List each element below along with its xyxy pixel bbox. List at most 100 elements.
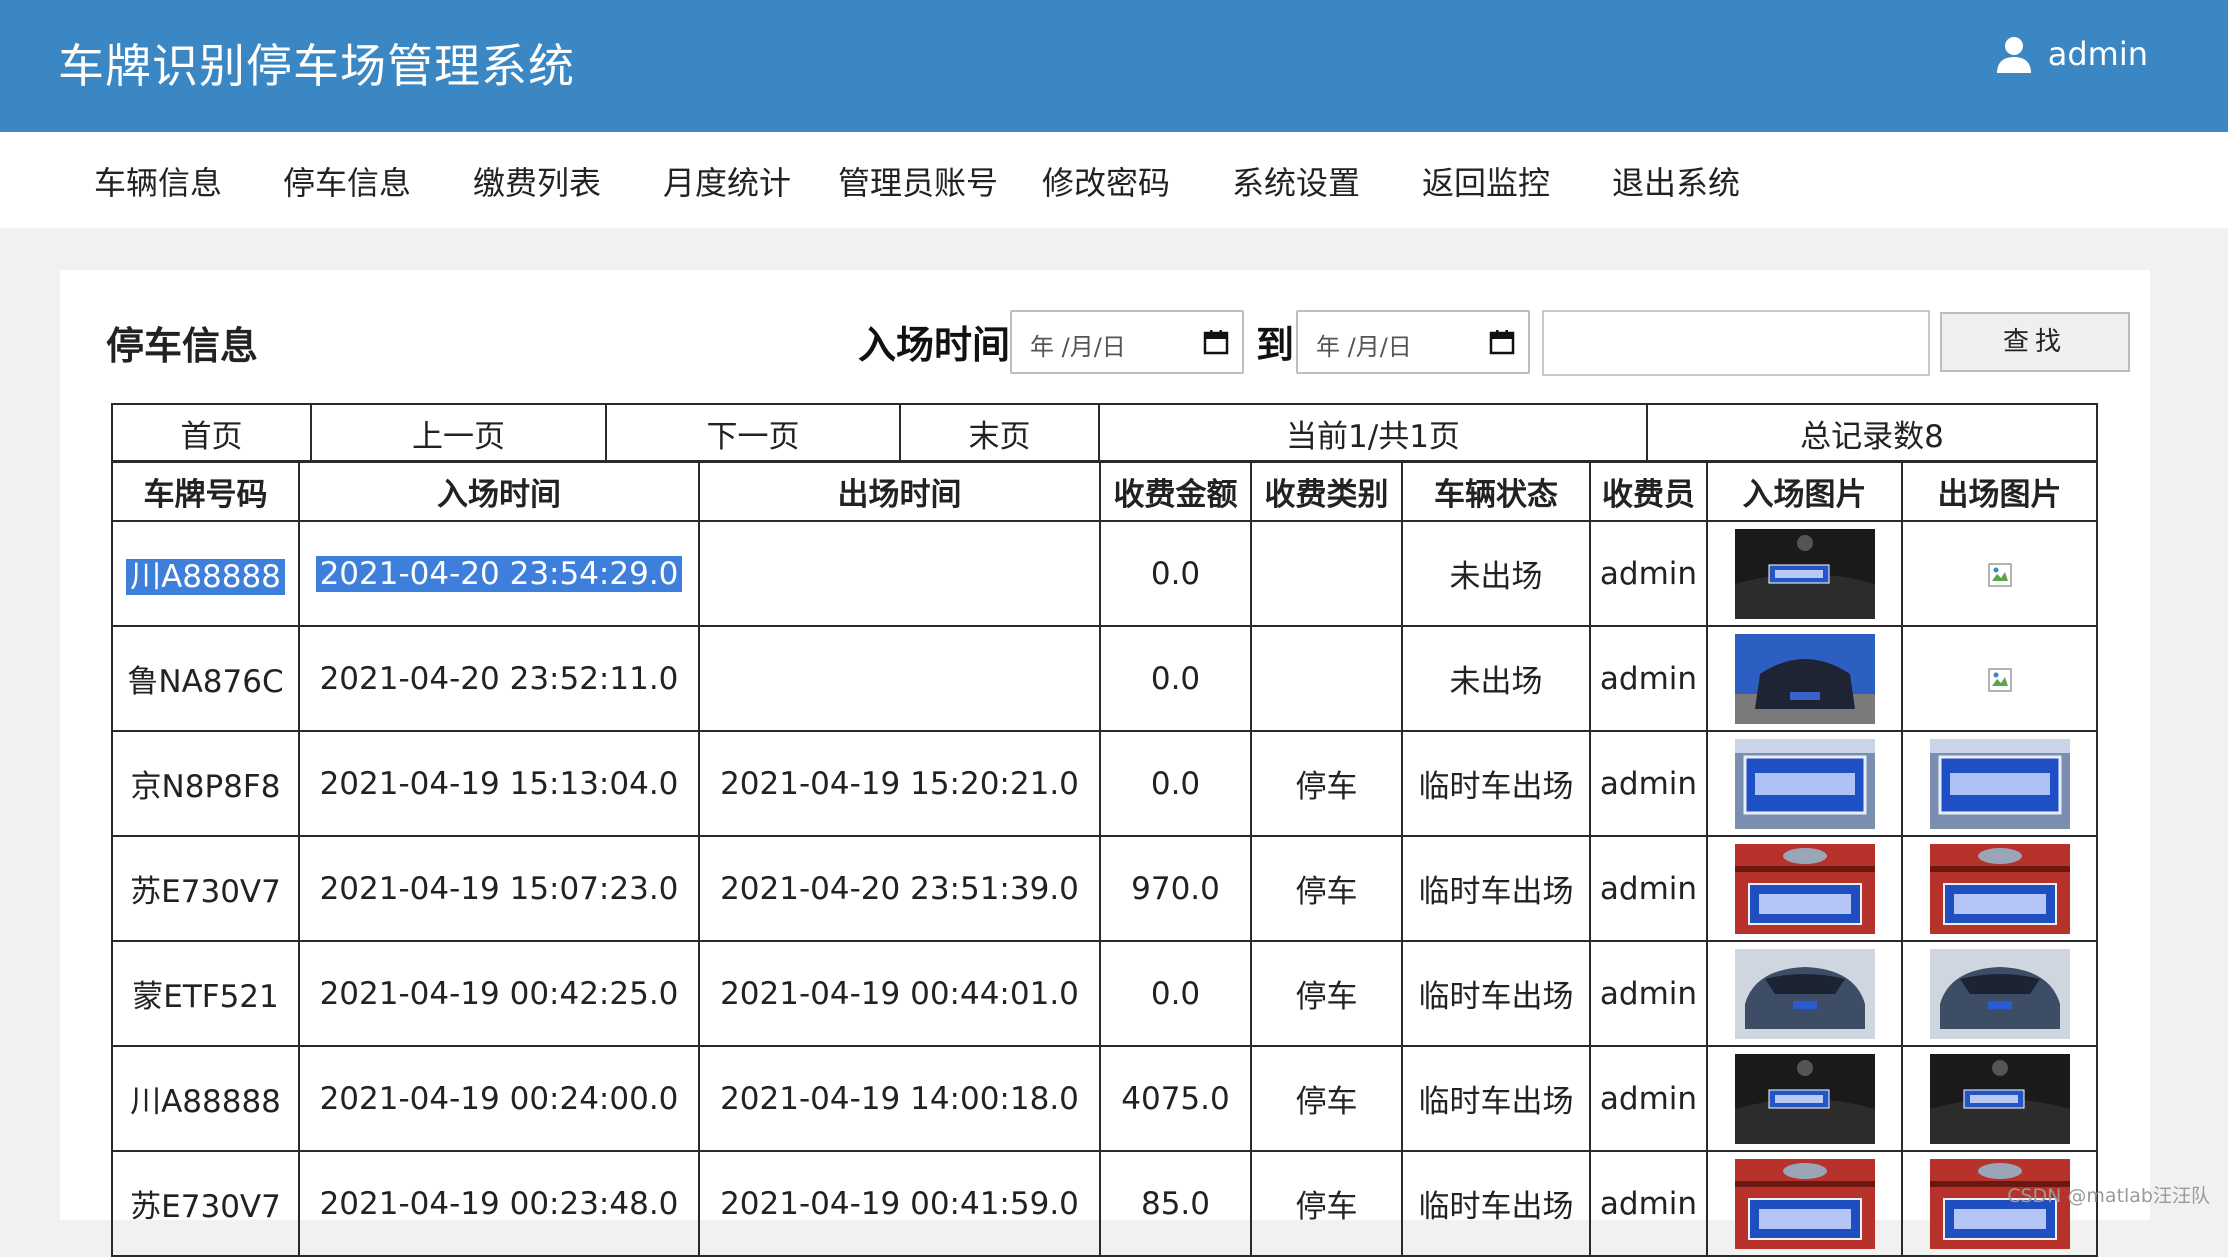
table-row: 川A88888 2021-04-20 23:54:29.0 0.0 未出场 admin <box>111 520 2098 627</box>
cell-staff-text: admin <box>1599 1185 1698 1222</box>
end-date-placeholder: 年 /月/日 <box>1316 333 1412 361</box>
pagination-bar: 首页 上一页 下一页 末页 当前1/共1页 总记录数8 <box>111 403 2098 463</box>
table-row: 京N8P8F8 2021-04-19 15:13:04.0 2021-04-19 1… <box>111 730 2098 837</box>
broken-image-icon[interactable] <box>1987 556 2013 592</box>
cell-entry-image[interactable] <box>1706 940 1903 1047</box>
cell-staff-text: admin <box>1599 975 1698 1012</box>
cell-status: 临时车出场 <box>1401 940 1591 1047</box>
last-page-button[interactable]: 末页 <box>899 403 1100 463</box>
plate-red-car-photo[interactable] <box>1929 843 2070 934</box>
cell-staff: admin <box>1589 835 1708 942</box>
table-row: 蒙ETF521 2021-04-19 00:42:25.0 2021-04-19 0… <box>111 940 2098 1047</box>
nav-item-logout[interactable]: 退出系统 <box>1612 158 1740 204</box>
cell-status: 临时车出场 <box>1401 1150 1591 1257</box>
cell-fee-type <box>1250 625 1403 732</box>
cell-plate: 川A88888 <box>111 1045 300 1152</box>
nav-item-system-settings[interactable]: 系统设置 <box>1232 158 1360 204</box>
cell-fee: 0.0 <box>1099 730 1252 837</box>
nav-item-admin-accounts[interactable]: 管理员账号 <box>838 158 998 204</box>
date-range-to-label: 到 <box>1256 323 1295 367</box>
cell-plate-text: 鲁NA876C <box>127 664 284 700</box>
page-title: 停车信息 <box>106 324 259 368</box>
end-date-input[interactable]: 年 /月/日 <box>1296 310 1530 374</box>
car-rear-photo[interactable] <box>1734 633 1875 724</box>
top-nav: 车辆信息 停车信息 缴费列表 月度统计 管理员账号 修改密码 系统设置 返回监控… <box>0 132 2228 228</box>
cell-entry-image[interactable] <box>1706 835 1903 942</box>
cell-entry-image[interactable] <box>1706 625 1903 732</box>
cell-fee-text: 0.0 <box>1150 660 1201 697</box>
cell-fee-type: 停车 <box>1250 1150 1403 1257</box>
cell-status-text: 未出场 <box>1449 559 1543 595</box>
cell-fee-type <box>1250 520 1403 627</box>
cell-entry-time-text: 2021-04-19 15:13:04.0 <box>319 765 679 802</box>
cell-status: 临时车出场 <box>1401 835 1591 942</box>
user-menu[interactable]: admin <box>1994 34 2148 74</box>
plate-red-car-photo[interactable] <box>1734 843 1875 934</box>
cell-fee-type-text: 停车 <box>1295 979 1358 1015</box>
plate-bmw-photo[interactable] <box>1734 1053 1875 1144</box>
cell-entry-time: 2021-04-20 23:54:29.0 <box>298 520 700 627</box>
cell-fee-text: 970.0 <box>1131 870 1220 907</box>
cell-exit-time: 2021-04-20 23:51:39.0 <box>698 835 1101 942</box>
first-page-button[interactable]: 首页 <box>111 403 312 463</box>
cell-staff: admin <box>1589 730 1708 837</box>
cell-fee: 4075.0 <box>1099 1045 1252 1152</box>
cell-exit-image[interactable] <box>1901 1045 2098 1152</box>
nav-item-vehicle-info[interactable]: 车辆信息 <box>94 158 222 204</box>
plate-blue-photo[interactable] <box>1734 738 1875 829</box>
calendar-icon[interactable] <box>1202 328 1230 356</box>
cell-status: 临时车出场 <box>1401 1045 1591 1152</box>
plate-bmw-photo[interactable] <box>1929 1053 2070 1144</box>
cell-exit-image[interactable] <box>1901 730 2098 837</box>
cell-exit-time-text: 2021-04-19 14:00:18.0 <box>720 1080 1079 1117</box>
cell-entry-image[interactable] <box>1706 1150 1903 1257</box>
col-fee-type: 收费类别 <box>1250 460 1403 522</box>
cell-exit-time <box>698 625 1101 732</box>
cell-exit-time-text: 2021-04-20 23:51:39.0 <box>720 870 1079 907</box>
plate-bmw-photo[interactable] <box>1734 528 1875 619</box>
cell-staff: admin <box>1589 1150 1708 1257</box>
total-records-text: 总记录数8 <box>1646 403 2098 463</box>
cell-exit-image[interactable] <box>1901 940 2098 1047</box>
calendar-icon[interactable] <box>1488 328 1516 356</box>
cell-entry-time: 2021-04-19 00:23:48.0 <box>298 1150 700 1257</box>
next-page-button[interactable]: 下一页 <box>605 403 901 463</box>
nav-item-payment-list[interactable]: 缴费列表 <box>473 158 601 204</box>
cell-exit-time-text: 2021-04-19 00:41:59.0 <box>720 1185 1079 1222</box>
broken-image-icon[interactable] <box>1987 661 2013 697</box>
search-button[interactable]: 查找 <box>1940 312 2130 372</box>
cell-entry-image[interactable] <box>1706 520 1903 627</box>
cell-staff-text: admin <box>1599 555 1698 592</box>
cell-staff: admin <box>1589 625 1708 732</box>
plate-blue-photo[interactable] <box>1929 738 2070 829</box>
col-status: 车辆状态 <box>1401 460 1591 522</box>
cell-fee-type-text: 停车 <box>1295 874 1358 910</box>
app-title: 车牌识别停车场管理系统 <box>58 39 575 93</box>
cell-fee-type-text: 停车 <box>1295 1084 1358 1120</box>
nav-item-parking-info[interactable]: 停车信息 <box>283 158 411 204</box>
cell-entry-time: 2021-04-19 15:13:04.0 <box>298 730 700 837</box>
cell-entry-image[interactable] <box>1706 730 1903 837</box>
cell-exit-image[interactable] <box>1901 625 2098 732</box>
col-entry-image: 入场图片 <box>1706 460 1903 522</box>
cell-status-text: 临时车出场 <box>1418 979 1574 1015</box>
search-input[interactable] <box>1542 310 1930 376</box>
cell-exit-image[interactable] <box>1901 520 2098 627</box>
prev-page-button[interactable]: 上一页 <box>310 403 607 463</box>
entry-time-label: 入场时间 <box>858 323 1011 367</box>
car-front-photo[interactable] <box>1929 948 2070 1039</box>
cell-entry-image[interactable] <box>1706 1045 1903 1152</box>
cell-fee-type: 停车 <box>1250 730 1403 837</box>
cell-plate-text: 京N8P8F8 <box>130 769 281 805</box>
cell-plate-text: 苏E730V7 <box>130 874 281 910</box>
table-row: 苏E730V7 2021-04-19 00:23:48.0 2021-04-19 0… <box>111 1150 2098 1257</box>
plate-red-car-photo[interactable] <box>1734 1158 1875 1249</box>
cell-exit-image[interactable] <box>1901 835 2098 942</box>
nav-item-monthly-stats[interactable]: 月度统计 <box>663 158 791 204</box>
car-front-photo[interactable] <box>1734 948 1875 1039</box>
nav-item-change-password[interactable]: 修改密码 <box>1042 158 1170 204</box>
nav-item-back-to-monitor[interactable]: 返回监控 <box>1422 158 1550 204</box>
cell-status: 未出场 <box>1401 520 1591 627</box>
start-date-input[interactable]: 年 /月/日 <box>1010 310 1244 374</box>
table-row: 鲁NA876C 2021-04-20 23:52:11.0 0.0 未出场 admin <box>111 625 2098 732</box>
